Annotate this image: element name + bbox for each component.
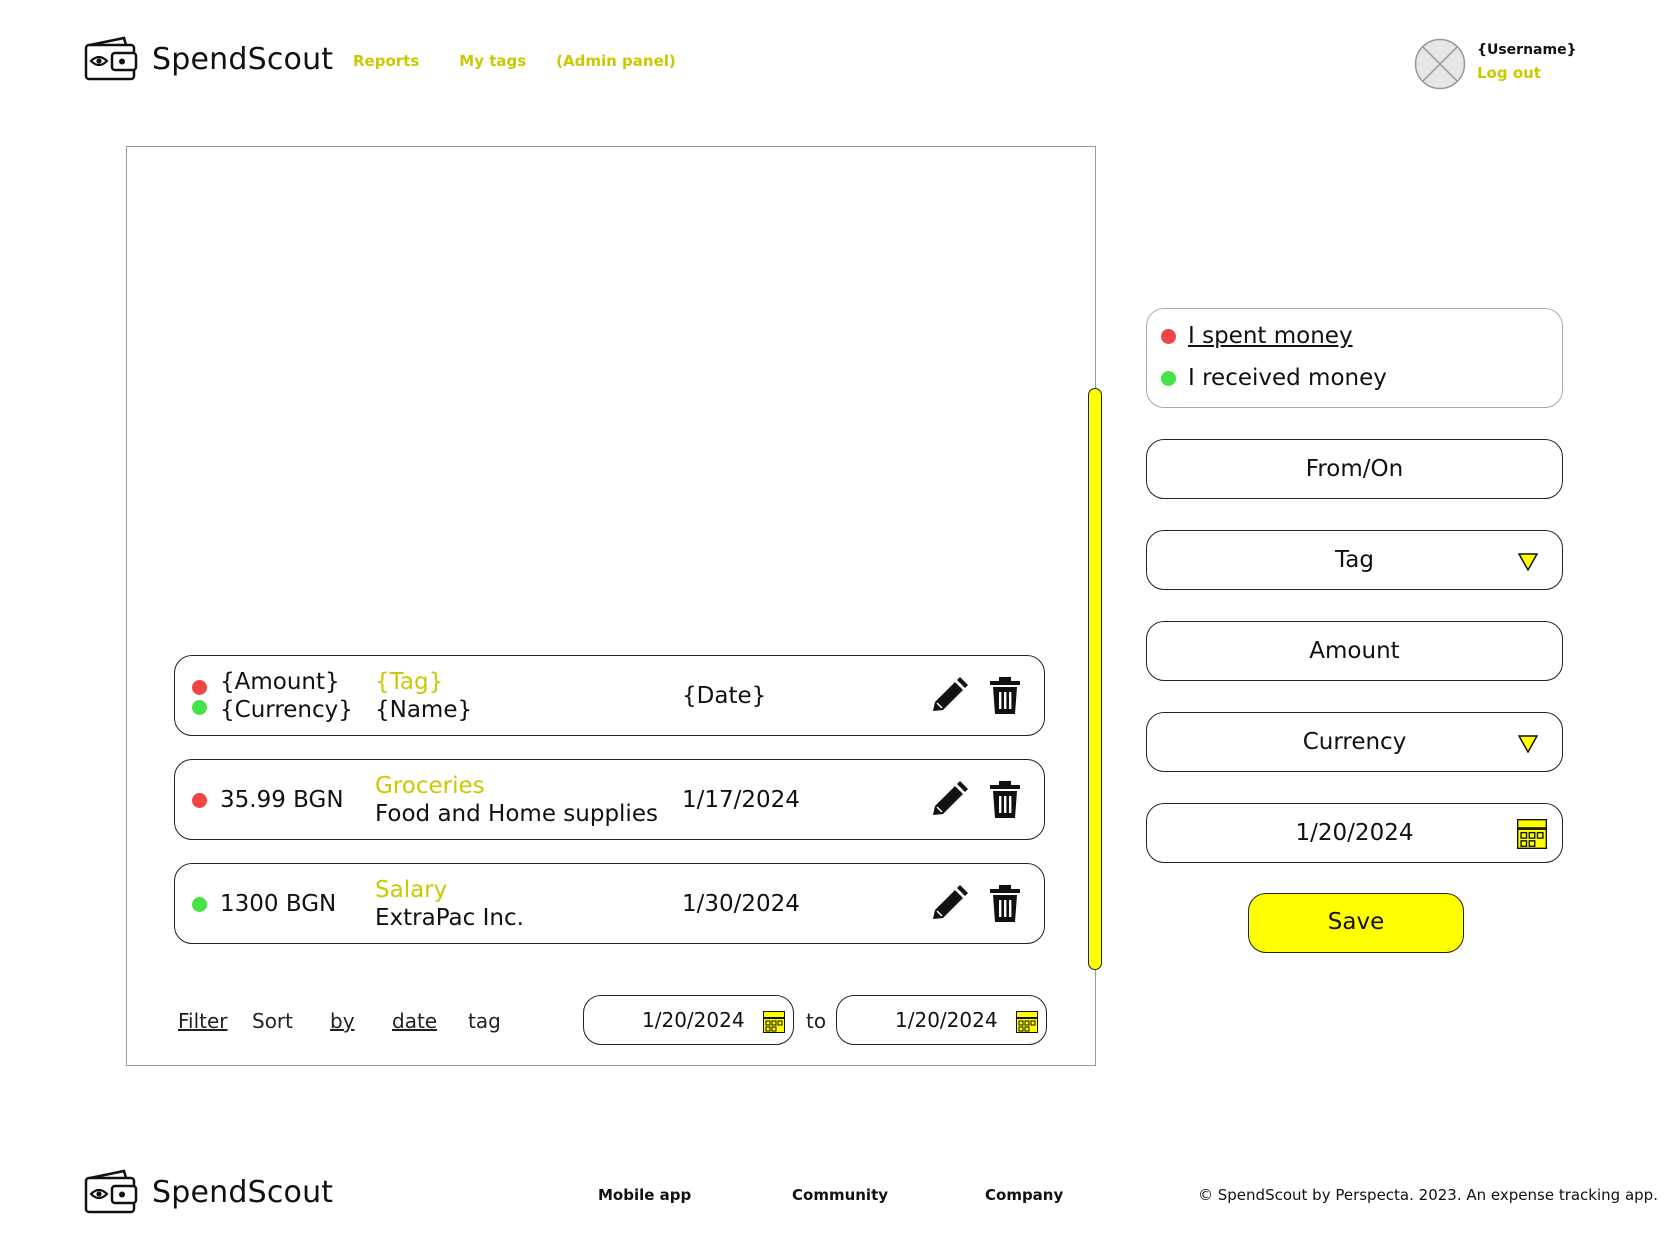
to-label: to: [806, 1009, 827, 1033]
received-indicator: [192, 897, 207, 912]
footer-logo[interactable]: SpendScout: [84, 1168, 333, 1216]
transaction-amount: 35.99 BGN: [220, 787, 344, 813]
from-on-label: From/On: [1305, 456, 1404, 482]
save-button[interactable]: Save: [1248, 893, 1464, 953]
transaction-name: Food and Home supplies: [375, 801, 658, 827]
nav-admin-panel[interactable]: (Admin panel): [556, 52, 676, 70]
brand-name: SpendScout: [152, 41, 334, 77]
spent-indicator: [192, 680, 207, 695]
calendar-icon[interactable]: [763, 1011, 785, 1033]
spent-option[interactable]: I spent money: [1161, 323, 1353, 349]
trash-icon[interactable]: [985, 884, 1025, 924]
transaction-currency: {Currency}: [220, 697, 353, 723]
dropdown-triangle-icon[interactable]: [1518, 735, 1538, 753]
edit-icon[interactable]: [929, 780, 969, 820]
transaction-name: {Name}: [375, 697, 473, 723]
header-logo[interactable]: SpendScout: [84, 35, 333, 83]
transaction-row: 1300 BGN Salary ExtraPac Inc. 1/30/2024: [174, 863, 1045, 944]
transaction-date: 1/30/2024: [682, 891, 800, 917]
date-field[interactable]: 1/20/2024: [1146, 803, 1563, 863]
edit-icon[interactable]: [929, 884, 969, 924]
transaction-amount: 1300 BGN: [220, 891, 337, 917]
transaction-amount: {Amount}: [220, 669, 340, 695]
tag-select[interactable]: Tag: [1146, 530, 1563, 590]
nav-reports[interactable]: Reports: [353, 52, 419, 70]
filter-link[interactable]: Filter: [178, 1009, 228, 1033]
transaction-tag: Salary: [375, 877, 448, 903]
received-option-label: I received money: [1188, 365, 1387, 391]
received-indicator: [1161, 370, 1176, 386]
date-field-value: 1/20/2024: [1295, 820, 1414, 846]
tag-select-label: Tag: [1335, 547, 1374, 573]
received-option[interactable]: I received money: [1161, 365, 1387, 391]
transaction-date: 1/17/2024: [682, 787, 800, 813]
from-on-field[interactable]: From/On: [1146, 439, 1563, 499]
transaction-name: ExtraPac Inc.: [375, 905, 524, 931]
spent-indicator: [192, 793, 207, 808]
main-nav: Reports My tags (Admin panel): [353, 52, 676, 70]
sort-label: Sort: [252, 1009, 293, 1033]
received-indicator: [192, 700, 207, 715]
currency-select-label: Currency: [1302, 729, 1407, 755]
transaction-row: 35.99 BGN Groceries Food and Home suppli…: [174, 759, 1045, 840]
transaction-row: {Amount} {Currency} {Tag} {Name} {Date}: [174, 655, 1045, 736]
scrollbar[interactable]: [1088, 388, 1102, 970]
footer-copyright: © SpendScout by Perspecta. 2023. An expe…: [1198, 1186, 1658, 1204]
wallet-eye-icon: [84, 36, 138, 81]
transaction-tag: Groceries: [375, 773, 485, 799]
calendar-icon[interactable]: [1517, 819, 1547, 849]
footer-community-link[interactable]: Community: [792, 1186, 888, 1204]
dropdown-triangle-icon[interactable]: [1518, 553, 1538, 571]
to-date-value: 1/20/2024: [895, 1008, 998, 1032]
wallet-eye-icon: [84, 1169, 138, 1214]
sort-tag-link[interactable]: tag: [468, 1009, 501, 1033]
avatar-placeholder-icon[interactable]: [1414, 38, 1466, 90]
footer-company-link[interactable]: Company: [985, 1186, 1063, 1204]
from-date-value: 1/20/2024: [642, 1008, 745, 1032]
spent-option-label: I spent money: [1188, 323, 1353, 349]
edit-icon[interactable]: [929, 676, 969, 716]
brand-name: SpendScout: [152, 1174, 334, 1210]
filter-to-date[interactable]: 1/20/2024: [836, 995, 1047, 1045]
logout-link[interactable]: Log out: [1477, 64, 1541, 82]
transaction-type-selector: I spent money I received money: [1146, 308, 1563, 408]
sort-by-link[interactable]: by: [330, 1009, 355, 1033]
username: {Username}: [1477, 42, 1577, 58]
transaction-tag: {Tag}: [375, 669, 444, 695]
transaction-date: {Date}: [682, 683, 767, 709]
nav-my-tags[interactable]: My tags: [459, 52, 526, 70]
trash-icon[interactable]: [985, 676, 1025, 716]
footer-mobile-app-link[interactable]: Mobile app: [598, 1186, 691, 1204]
amount-label: Amount: [1309, 638, 1400, 664]
trash-icon[interactable]: [985, 780, 1025, 820]
sort-date-link[interactable]: date: [392, 1009, 437, 1033]
currency-select[interactable]: Currency: [1146, 712, 1563, 772]
spent-indicator: [1161, 328, 1176, 344]
filter-from-date[interactable]: 1/20/2024: [583, 995, 794, 1045]
calendar-icon[interactable]: [1016, 1011, 1038, 1033]
amount-field[interactable]: Amount: [1146, 621, 1563, 681]
